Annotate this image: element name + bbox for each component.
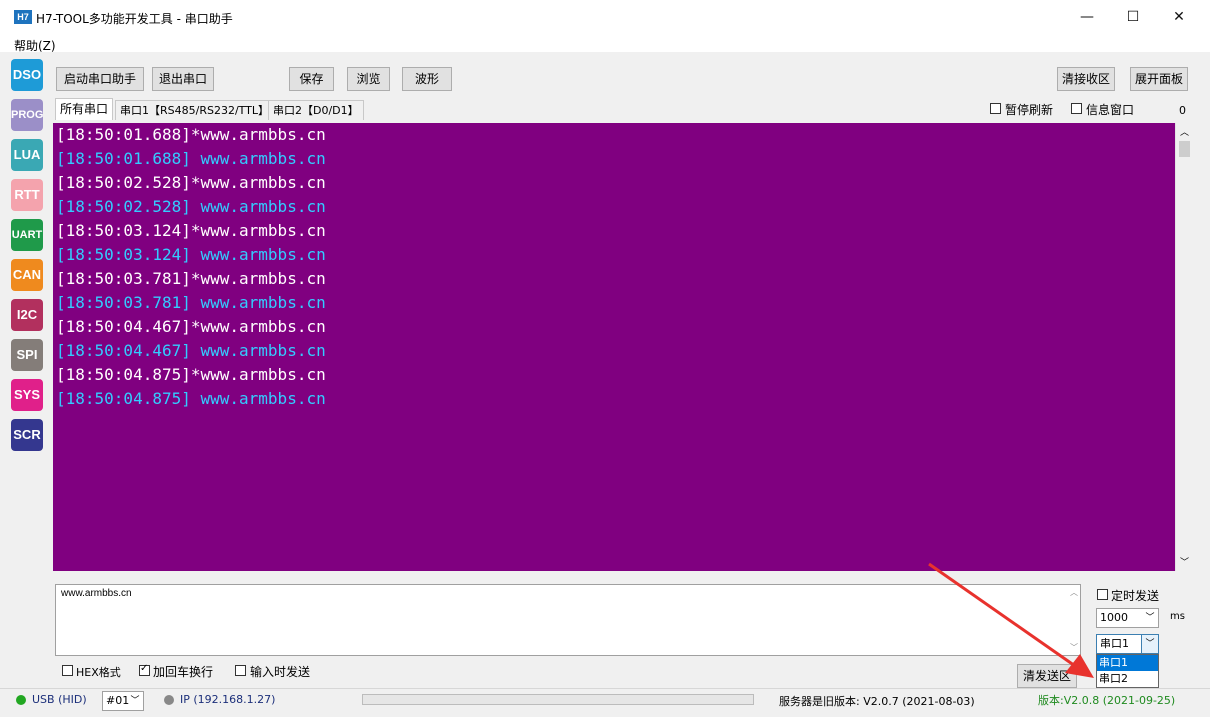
port-select[interactable]: 串口1 ﹀ (1096, 634, 1159, 654)
port-select-value: 串口1 (1100, 637, 1129, 650)
log-line: [18:50:04.875] www.armbbs.cn (56, 389, 326, 408)
info-window-label: 信息窗口 (1086, 103, 1135, 117)
progress-bar (362, 694, 754, 705)
port-option-1[interactable]: 串口1 (1097, 655, 1158, 671)
usb-status-dot-icon (16, 695, 26, 705)
usb-status: USB (HID) (32, 693, 87, 706)
menu-bar (0, 34, 1210, 52)
tool-spi-icon[interactable]: SPI (11, 339, 43, 371)
info-window-checkbox[interactable] (1071, 103, 1082, 114)
tool-sidebar: DSO PROG LUA RTT UART CAN I2C SPI SYS SCR (8, 55, 46, 688)
hex-format-checkbox[interactable] (62, 665, 73, 676)
close-button[interactable]: ✕ (1156, 4, 1202, 30)
start-serial-button[interactable]: 启动串口助手 (56, 67, 144, 91)
crlf-checkbox[interactable] (139, 663, 150, 676)
ip-status: IP (192.168.1.27) (180, 693, 276, 706)
tool-lua-icon[interactable]: LUA (11, 139, 43, 171)
interval-value: 1000 (1100, 611, 1128, 624)
log-line: [18:50:01.688] www.armbbs.cn (56, 149, 326, 168)
tool-rtt-icon[interactable]: RTT (11, 179, 43, 211)
tab-port1[interactable]: 串口1【RS485/RS232/TTL】 (115, 100, 275, 120)
app-icon: H7 (14, 10, 32, 24)
save-button[interactable]: 保存 (289, 67, 334, 91)
maximize-button[interactable]: ☐ (1110, 4, 1156, 30)
log-line: [18:50:02.528]*www.armbbs.cn (56, 173, 326, 192)
chevron-down-icon: ﹀ (1141, 635, 1158, 653)
send-text: www.armbbs.cn (61, 588, 132, 599)
receive-log[interactable]: [18:50:01.688]*www.armbbs.cn [18:50:01.68… (53, 123, 1175, 571)
timed-send-label: 定时发送 (1111, 589, 1160, 603)
log-line: [18:50:04.875]*www.armbbs.cn (56, 365, 326, 384)
pause-refresh-label: 暂停刷新 (1005, 103, 1054, 117)
tool-sys-icon[interactable]: SYS (11, 379, 43, 411)
pause-refresh-checkbox[interactable] (990, 103, 1001, 114)
port-dropdown-list: 串口1 串口2 (1096, 654, 1159, 688)
device-value: #01 (106, 694, 130, 707)
annotation-arrow (928, 562, 1094, 678)
receive-count: 0 (1179, 104, 1186, 117)
window-title: H7-TOOL多功能开发工具 - 串口助手 (36, 12, 233, 26)
scroll-up-icon[interactable]: ︿ (1180, 125, 1189, 138)
app-version: 版本:V2.0.8 (2021-09-25) (1038, 694, 1176, 707)
menu-help[interactable]: 帮助(Z) (14, 37, 56, 54)
tool-i2c-icon[interactable]: I2C (11, 299, 43, 331)
log-line: [18:50:04.467]*www.armbbs.cn (56, 317, 326, 336)
scroll-down-icon[interactable]: ﹀ (1180, 555, 1189, 568)
interval-unit: ms (1170, 611, 1185, 622)
tab-all-ports[interactable]: 所有串口 (55, 98, 114, 120)
ip-status-dot-icon (164, 695, 174, 705)
interval-select[interactable]: 1000 ﹀ (1096, 608, 1159, 628)
log-line: [18:50:03.124] www.armbbs.cn (56, 245, 326, 264)
chevron-down-icon: ﹀ (130, 696, 140, 706)
clear-receive-button[interactable]: 清接收区 (1057, 67, 1115, 91)
chevron-down-icon: ﹀ (1145, 613, 1155, 623)
crlf-label: 加回车换行 (153, 665, 214, 679)
hex-format-label: HEX格式 (76, 666, 121, 679)
log-line: [18:50:03.781] www.armbbs.cn (56, 293, 326, 312)
minimize-button[interactable]: — (1064, 4, 1110, 30)
scroll-thumb[interactable] (1179, 141, 1190, 157)
device-select[interactable]: #01 ﹀ (102, 691, 144, 711)
tool-scr-icon[interactable]: SCR (11, 419, 43, 451)
tool-can-icon[interactable]: CAN (11, 259, 43, 291)
log-line: [18:50:03.124]*www.armbbs.cn (56, 221, 326, 240)
log-line: [18:50:04.467] www.armbbs.cn (56, 341, 326, 360)
port-option-2[interactable]: 串口2 (1097, 671, 1158, 687)
exit-serial-button[interactable]: 退出串口 (152, 67, 214, 91)
tool-prog-icon[interactable]: PROG (11, 99, 43, 131)
waveform-button[interactable]: 波形 (402, 67, 452, 91)
send-on-input-label: 输入时发送 (250, 665, 311, 679)
browse-button[interactable]: 浏览 (347, 67, 390, 91)
expand-panel-button[interactable]: 展开面板 (1130, 67, 1188, 91)
tool-dso-icon[interactable]: DSO (11, 59, 43, 91)
send-on-input-checkbox[interactable] (235, 665, 246, 676)
log-line: [18:50:03.781]*www.armbbs.cn (56, 269, 326, 288)
server-version: 服务器是旧版本: V2.0.7 (2021-08-03) (779, 695, 975, 708)
log-line: [18:50:02.528] www.armbbs.cn (56, 197, 326, 216)
log-line: [18:50:01.688]*www.armbbs.cn (56, 125, 326, 144)
log-scrollbar[interactable]: ︿ ﹀ (1175, 123, 1193, 571)
tab-port2[interactable]: 串口2【D0/D1】 (268, 100, 364, 120)
tool-uart-icon[interactable]: UART (11, 219, 43, 251)
